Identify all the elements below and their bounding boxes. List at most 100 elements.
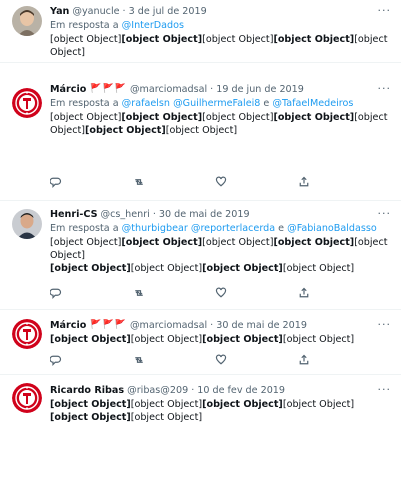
tweet-date[interactable]: 19 de jun de 2019 bbox=[216, 83, 304, 96]
text-segment: [object Object] bbox=[130, 263, 203, 274]
tweet-date[interactable]: 3 de jul de 2019 bbox=[129, 5, 207, 18]
author-handle[interactable]: @marciomadsal bbox=[130, 83, 207, 96]
reply-mention-link[interactable]: @reporterlacerda bbox=[191, 223, 275, 234]
tweet-text: [object Object][object Object][object Ob… bbox=[50, 33, 391, 59]
author-handle[interactable]: @ribas@209 bbox=[127, 384, 188, 397]
reply-prefix: Em resposta a bbox=[50, 20, 122, 31]
text-segment: [object Object] bbox=[282, 334, 355, 345]
separator-dot: · bbox=[191, 384, 195, 396]
reply-mention-link[interactable]: @TafaelMedeiros bbox=[272, 98, 353, 109]
reply-button[interactable] bbox=[50, 354, 62, 366]
more-options-icon[interactable]: ··· bbox=[378, 318, 392, 331]
tweet-2[interactable]: Márcio 🚩🚩🚩 @marciomadsal · 19 de jun de 2019… bbox=[0, 74, 401, 201]
avatar-henri[interactable] bbox=[12, 209, 42, 239]
tweet-content: Márcio 🚩🚩🚩 @marciomadsal · 19 de jun de 2019… bbox=[50, 82, 391, 137]
highlighted-keyword: [object Object] bbox=[50, 412, 131, 423]
text-segment: [object Object] bbox=[202, 112, 274, 123]
text-segment: [object Object] bbox=[130, 334, 203, 345]
retweet-button[interactable] bbox=[133, 354, 145, 366]
tweet-text: [object Object][object Object][object Ob… bbox=[50, 236, 391, 275]
share-icon bbox=[299, 287, 309, 298]
reply-icon bbox=[50, 288, 62, 299]
more-options-icon[interactable]: ··· bbox=[378, 82, 392, 95]
avatar-ricardo[interactable] bbox=[12, 383, 42, 413]
like-button[interactable] bbox=[215, 287, 227, 299]
more-options-icon[interactable]: ··· bbox=[378, 4, 392, 17]
heart-icon bbox=[215, 176, 227, 187]
highlighted-keyword: [object Object] bbox=[121, 112, 203, 123]
share-button[interactable] bbox=[298, 354, 310, 366]
share-button[interactable] bbox=[298, 176, 310, 188]
flag-emojis: 🚩🚩🚩 bbox=[90, 319, 127, 330]
highlighted-keyword: [object Object] bbox=[273, 237, 355, 248]
author-name[interactable]: Henri-CS bbox=[50, 208, 98, 221]
retweet-icon bbox=[135, 357, 143, 363]
reply-mention-link[interactable]: @GuilhermeFalei8 bbox=[173, 98, 260, 109]
separator-dot: · bbox=[122, 5, 126, 17]
highlighted-keyword: [object Object] bbox=[85, 125, 166, 136]
reply-mention-link[interactable]: @rafaelsn bbox=[122, 98, 170, 109]
reply-button[interactable] bbox=[50, 287, 62, 299]
reply-separator: e bbox=[275, 223, 288, 234]
text-segment: [object Object] bbox=[50, 237, 122, 248]
more-options-icon[interactable]: ··· bbox=[378, 383, 392, 396]
retweet-button[interactable] bbox=[133, 176, 145, 188]
tweet-5[interactable]: Ricardo Ribas @ribas@209 · 10 de fev de 201… bbox=[0, 375, 401, 480]
tweet-content: Márcio 🚩🚩🚩 @marciomadsal · 30 de mai de 2019… bbox=[50, 318, 391, 346]
highlighted-keyword: [object Object] bbox=[273, 112, 355, 123]
reply-line: Em resposta a @thurbigbear @reporterlace… bbox=[50, 222, 391, 235]
tweet-1[interactable]: Yan @yanucle · 3 de jul de 2019 Em resposta… bbox=[0, 0, 401, 63]
tweet-content: Yan @yanucle · 3 de jul de 2019 Em resposta… bbox=[50, 4, 391, 59]
tweet-date[interactable]: 30 de mai de 2019 bbox=[159, 208, 250, 221]
tweet-header: Márcio 🚩🚩🚩 @marciomadsal · 30 de mai de 2019 bbox=[50, 318, 391, 332]
reply-line: Em resposta a @rafaelsn @GuilhermeFalei8… bbox=[50, 97, 391, 110]
reply-icon bbox=[50, 355, 62, 366]
highlighted-keyword: [object Object] bbox=[202, 263, 283, 274]
tweet-header: Márcio 🚩🚩🚩 @marciomadsal · 19 de jun de 2019 bbox=[50, 82, 391, 96]
tweet-date[interactable]: 30 de mai de 2019 bbox=[216, 319, 307, 332]
avatar-marcio[interactable] bbox=[12, 319, 42, 349]
like-button[interactable] bbox=[215, 354, 227, 366]
author-handle[interactable]: @marciomadsal bbox=[130, 319, 207, 332]
like-button[interactable] bbox=[215, 176, 227, 188]
reply-mention-link[interactable]: @FabianoBaldasso bbox=[287, 223, 377, 234]
separator-dot: · bbox=[152, 208, 156, 220]
tweet-date[interactable]: 10 de fev de 2019 bbox=[197, 384, 285, 397]
tweet-3[interactable]: Henri-CS @cs_henri · 30 de mai de 2019 Em r… bbox=[0, 201, 401, 310]
author-name[interactable]: Yan bbox=[50, 5, 69, 18]
tweet-content: Henri-CS @cs_henri · 30 de mai de 2019 Em r… bbox=[50, 207, 391, 275]
reply-mention-link[interactable]: @InterDados bbox=[122, 20, 184, 31]
tweet-text: [object Object][object Object][object Ob… bbox=[50, 398, 391, 424]
tweet-content: Ricardo Ribas @ribas@209 · 10 de fev de 201… bbox=[50, 383, 391, 424]
reply-prefix: Em resposta a bbox=[50, 98, 122, 109]
reply-icon bbox=[50, 177, 62, 188]
share-icon bbox=[299, 354, 309, 365]
author-handle[interactable]: @yanucle bbox=[72, 5, 119, 18]
more-options-icon[interactable]: ··· bbox=[378, 207, 392, 220]
author-handle[interactable]: @cs_henri bbox=[101, 208, 150, 221]
reply-separator: e bbox=[260, 98, 273, 109]
text-segment: [object Object] bbox=[202, 237, 274, 248]
reply-button[interactable] bbox=[50, 176, 62, 188]
avatar-yan[interactable] bbox=[12, 6, 42, 36]
tweet-4[interactable]: Márcio 🚩🚩🚩 @marciomadsal · 30 de mai de 2019… bbox=[0, 310, 401, 375]
reply-line: Em resposta a @InterDados bbox=[50, 19, 391, 32]
tweet-header: Henri-CS @cs_henri · 30 de mai de 2019 bbox=[50, 207, 391, 221]
share-icon bbox=[299, 176, 309, 187]
highlighted-keyword: [object Object] bbox=[273, 34, 355, 45]
author-name[interactable]: Ricardo Ribas bbox=[50, 384, 124, 397]
highlighted-keyword: [object Object] bbox=[202, 334, 283, 345]
text-segment: [object Object] bbox=[130, 412, 203, 423]
share-button[interactable] bbox=[298, 287, 310, 299]
reply-mention-link[interactable]: @thurbigbear bbox=[122, 223, 188, 234]
author-name[interactable]: Márcio bbox=[50, 83, 86, 96]
highlighted-keyword: [object Object] bbox=[50, 334, 131, 345]
retweet-icon bbox=[135, 179, 143, 185]
author-name[interactable]: Márcio bbox=[50, 319, 86, 332]
text-segment: [object Object] bbox=[50, 34, 122, 45]
text-segment: [object Object] bbox=[282, 399, 355, 410]
retweet-button[interactable] bbox=[133, 287, 145, 299]
reply-prefix: Em resposta a bbox=[50, 223, 122, 234]
separator-dot: · bbox=[210, 83, 214, 95]
avatar-marcio[interactable] bbox=[12, 88, 42, 118]
